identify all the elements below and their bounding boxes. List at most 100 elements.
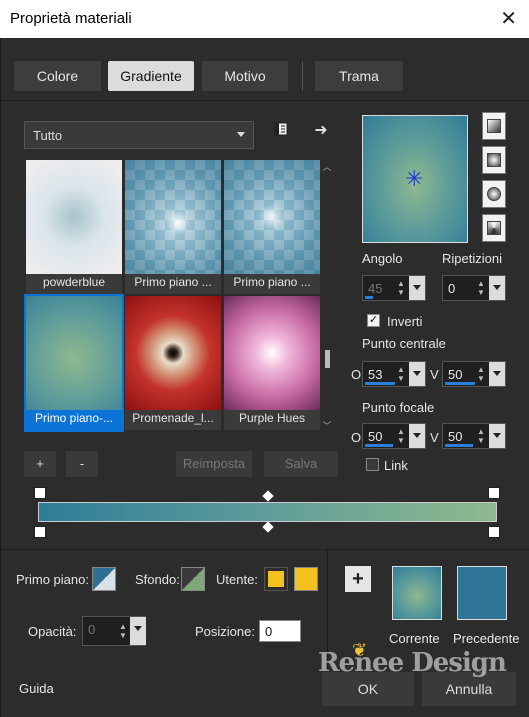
color-stop-top-right[interactable]: [488, 487, 500, 499]
angle-label: Angolo: [362, 251, 403, 266]
gradient-tile-powderblue[interactable]: powderblue: [26, 160, 122, 294]
add-color-button[interactable]: +: [345, 566, 371, 592]
focal-v-slider[interactable]: [445, 444, 473, 447]
library-dropdown[interactable]: Tutto: [24, 121, 254, 149]
gradient-preview[interactable]: ✳: [362, 115, 468, 243]
spin-arrows-icon[interactable]: ▲ ▼: [117, 622, 129, 640]
tab-motivo[interactable]: Motivo: [202, 61, 288, 91]
chevron-down-icon[interactable]: [130, 617, 146, 645]
focal-o-value: 50: [368, 429, 383, 444]
spin-arrows-icon[interactable]: ▲ ▼: [395, 365, 407, 383]
foreground-label: Primo piano:: [16, 572, 89, 587]
repeat-field[interactable]: 0 ▲ ▼: [442, 275, 506, 301]
scroll-down-icon[interactable]: ﹀: [322, 419, 332, 432]
linear-style-button[interactable]: [482, 112, 506, 140]
angle-field[interactable]: 45 ▲ ▼: [362, 275, 426, 301]
gradient-bar[interactable]: [38, 502, 497, 522]
spin-arrows-icon[interactable]: ▲ ▼: [475, 279, 487, 297]
opacity-field[interactable]: 0 ▲ ▼: [82, 616, 146, 646]
link-checkbox[interactable]: [366, 458, 379, 471]
save-button[interactable]: Salva: [264, 451, 338, 477]
reset-button[interactable]: Reimposta: [176, 451, 252, 477]
user-swatch-radio[interactable]: [264, 567, 288, 591]
gradient-tile-purple-hues[interactable]: Purple Hues: [224, 296, 320, 430]
center-point-icon[interactable]: ✳: [405, 166, 423, 192]
gradient-swatch: [26, 160, 122, 274]
gradient-tile-primo-piano-1[interactable]: Primo piano ...: [125, 160, 221, 294]
tile-label: Purple Hues: [238, 411, 306, 425]
tab-colore[interactable]: Colore: [14, 61, 101, 91]
chevron-down-icon[interactable]: [409, 424, 425, 448]
divider: [0, 100, 529, 101]
spin-arrows-icon[interactable]: ▲ ▼: [395, 279, 407, 297]
position-input[interactable]: 0: [259, 620, 301, 642]
sunburst-style-button[interactable]: [482, 180, 506, 208]
focal-v-field[interactable]: 50 ▲ ▼: [442, 423, 506, 449]
tiles-scrollbar[interactable]: ︿ ﹀: [322, 160, 332, 432]
help-link[interactable]: Guida: [19, 681, 54, 696]
chevron-down-icon[interactable]: [489, 362, 505, 386]
radial-gradient-icon: [487, 221, 501, 235]
chevron-down-icon[interactable]: [409, 362, 425, 386]
opacity-stop-right[interactable]: [488, 526, 500, 538]
focal-o-slider[interactable]: [365, 444, 393, 447]
center-o-field[interactable]: 53 ▲ ▼: [362, 361, 426, 387]
focal-o-field[interactable]: 50 ▲ ▼: [362, 423, 426, 449]
focal-v-value: 50: [448, 429, 463, 444]
rectangular-style-button[interactable]: [482, 146, 506, 174]
spin-arrows-icon[interactable]: ▲ ▼: [475, 365, 487, 383]
repeat-value: 0: [448, 281, 456, 296]
tile-label: Primo piano ...: [134, 275, 212, 289]
gradient-tile-primo-piano-selected[interactable]: Primo piano-...: [24, 294, 124, 432]
background-swatch[interactable]: [181, 567, 205, 591]
focal-o-label: O: [351, 430, 362, 445]
foreground-swatch[interactable]: [92, 567, 116, 591]
color-stop-top-left[interactable]: [34, 487, 46, 499]
spin-arrows-icon[interactable]: ▲ ▼: [475, 427, 487, 445]
angle-value: 45: [368, 281, 383, 296]
tab-trama[interactable]: Trama: [315, 61, 403, 91]
position-label: Posizione:: [195, 624, 255, 639]
chevron-down-icon[interactable]: [489, 424, 505, 448]
scrollbar-thumb[interactable]: [325, 350, 330, 368]
user-color-swatch[interactable]: [294, 567, 318, 591]
previous-label: Precedente: [453, 631, 520, 646]
gradient-swatch: [125, 160, 221, 274]
gradient-swatch: [26, 296, 122, 410]
add-button[interactable]: +: [24, 451, 56, 477]
user-label: Utente:: [216, 572, 258, 587]
tab-gradiente[interactable]: Gradiente: [108, 61, 194, 91]
chevron-down-icon: [237, 132, 245, 137]
invert-checkbox[interactable]: ✓: [367, 314, 380, 327]
library-dropdown-value: Tutto: [33, 128, 63, 143]
opacity-stop-left[interactable]: [34, 526, 46, 538]
scroll-up-icon[interactable]: ︿: [322, 160, 332, 173]
midpoint-marker[interactable]: [262, 490, 274, 502]
center-o-slider[interactable]: [365, 382, 395, 385]
center-v-slider[interactable]: [445, 382, 475, 385]
invert-label: Inverti: [387, 314, 423, 329]
angle-slider[interactable]: [365, 296, 373, 299]
remove-button[interactable]: -: [66, 451, 98, 477]
center-v-field[interactable]: 50 ▲ ▼: [442, 361, 506, 387]
arrow-right-icon[interactable]: ➜: [310, 120, 332, 142]
gradient-tile-primo-piano-2[interactable]: Primo piano ...: [224, 160, 320, 294]
spin-arrows-icon[interactable]: ▲ ▼: [395, 427, 407, 445]
tile-label: Primo piano ...: [233, 275, 311, 289]
current-preview: [392, 566, 442, 620]
opacity-label: Opacità:: [28, 624, 77, 639]
gradient-tile-promenade[interactable]: Promenade_l...: [125, 296, 221, 430]
focal-v-label: V: [430, 430, 439, 445]
radial-style-button[interactable]: [482, 214, 506, 242]
rectangular-gradient-icon: [487, 153, 501, 167]
previous-preview[interactable]: [457, 566, 507, 620]
library-menu-icon[interactable]: [270, 121, 292, 143]
opacity-value: 0: [88, 622, 96, 637]
chevron-down-icon[interactable]: [409, 276, 425, 300]
opacity-midpoint-marker[interactable]: [262, 521, 274, 533]
gradient-swatch: [224, 296, 320, 410]
center-v-value: 50: [448, 367, 463, 382]
close-icon[interactable]: ✕: [500, 6, 517, 31]
watermark: Renee Design: [318, 648, 507, 678]
chevron-down-icon[interactable]: [489, 276, 505, 300]
